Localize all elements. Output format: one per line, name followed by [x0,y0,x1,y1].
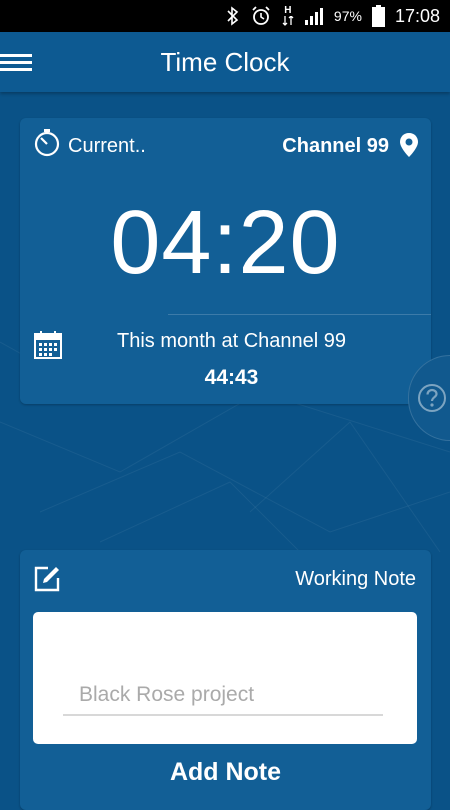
battery-icon [371,5,385,27]
note-textbox-container [33,612,417,744]
signal-icon [304,7,324,25]
alarm-icon [250,5,272,27]
app-bar: Time Clock [0,32,450,92]
divider [168,314,431,315]
timer-icon [32,128,62,158]
help-icon [417,383,447,413]
page-title: Time Clock [160,47,290,77]
status-time: 17:08 [394,5,440,26]
note-input[interactable] [63,676,383,716]
month-label: This month at Channel 99 [116,330,347,352]
working-note-card: Working Note Add Note [20,550,431,810]
channel-name: Channel 99 [282,135,389,157]
current-session-card: Current.. Channel 99 04:20 This month at… [20,118,431,404]
location-pin-icon[interactable] [399,132,419,158]
status-bar: H 97% 17:08 [0,0,450,32]
working-note-label: Working Note [295,568,416,590]
current-label: Current.. [68,135,146,157]
bluetooth-icon [226,6,240,26]
month-total: 44:43 [204,366,259,389]
edit-note-icon [32,564,62,594]
add-note-button[interactable]: Add Note [20,758,431,787]
elapsed-time: 04:20 [110,193,341,293]
battery-percent: 97% [333,8,362,24]
network-type-label: H [284,5,292,16]
data-arrows-icon: H [282,6,294,26]
